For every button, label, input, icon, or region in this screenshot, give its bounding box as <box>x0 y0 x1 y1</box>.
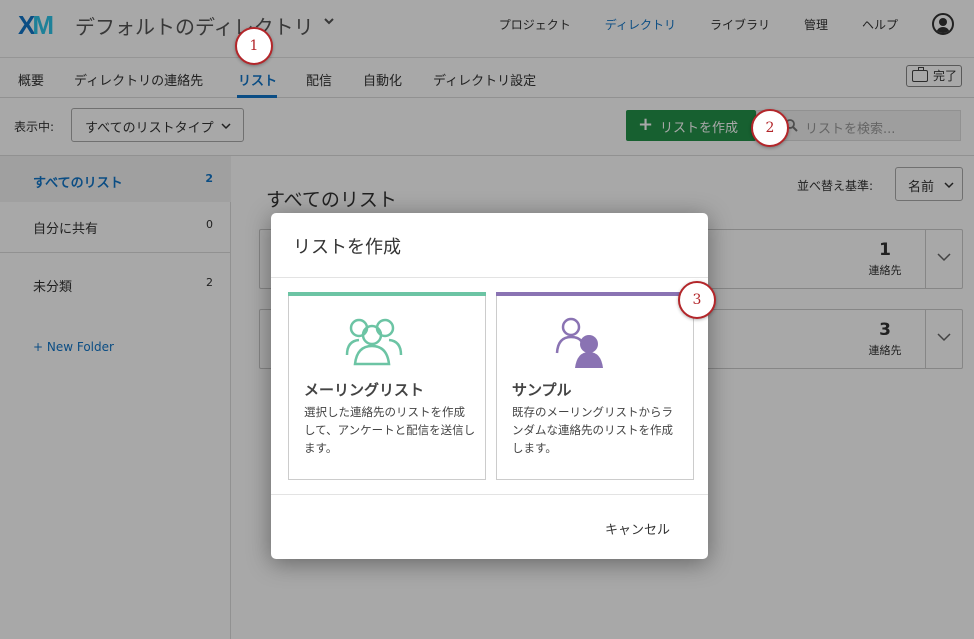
option-description: 既存のメーリングリストからランダムな連絡先のリストを作成します。 <box>512 405 673 455</box>
dialog-divider <box>271 494 708 495</box>
people-group-icon <box>345 318 403 366</box>
option-title: サンプル <box>512 381 572 399</box>
cancel-button[interactable]: キャンセル <box>605 519 670 538</box>
mailing-list-option[interactable]: メーリングリスト 選択した連絡先のリストを作成して、アンケートと配信を送信します… <box>288 292 486 480</box>
option-description: 選択した連絡先のリストを作成して、アンケートと配信を送信します。 <box>304 405 476 455</box>
dialog-title: リストを作成 <box>293 237 401 258</box>
sample-option[interactable]: サンプル 既存のメーリングリストからランダムな連絡先のリストを作成します。 <box>496 292 694 480</box>
step-marker-2: 2 <box>751 109 789 147</box>
option-accent-bar <box>496 292 694 296</box>
dialog-divider <box>271 277 708 278</box>
sample-people-icon <box>555 317 603 368</box>
step-marker-3: 3 <box>678 281 716 319</box>
create-list-dialog: リストを作成 メーリングリスト 選択した連絡先のリストを作成して、アンケートと配… <box>271 213 708 559</box>
step-marker-1: 1 <box>235 27 273 65</box>
option-accent-bar <box>288 292 486 296</box>
option-title: メーリングリスト <box>304 381 425 399</box>
